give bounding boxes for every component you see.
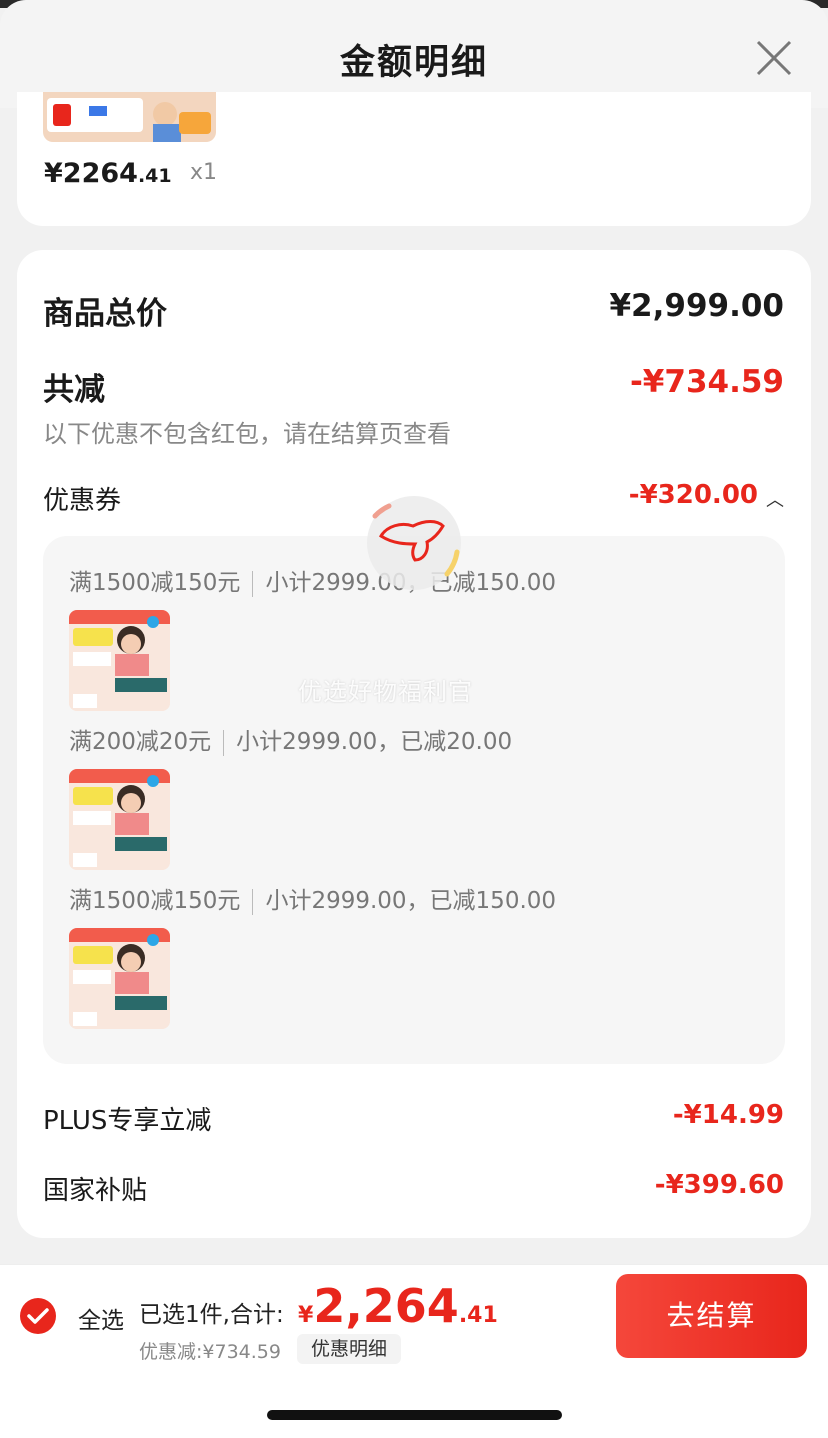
total-currency: ¥ [298,1303,314,1328]
loading-spinner [367,496,461,590]
subsidy-label: 国家补贴 [43,1176,148,1206]
product-card: ¥2264.41 x1 [17,92,811,226]
discount-summary: 优惠减:¥734.59 [139,1341,281,1363]
divider [252,888,254,915]
watermark-text: 优选好物福利官 [298,678,473,706]
coupon-summary[interactable]: -¥320.00 ︿ [629,480,784,512]
coupon-rule: 满200减20元 [69,729,212,755]
coupon-line: 满200减20元 小计2999.00，已减20.00 [69,722,512,756]
sheet-title: 金额明细 [339,43,488,83]
red-packet-note-text: 以下优惠不包含红包，请在结算页查看 [43,420,451,448]
coupon-detail: 小计2999.00，已减150.00 [265,888,557,914]
discount-detail-button[interactable]: 优惠明细 [297,1334,402,1364]
total-reduce-row: 共减 -¥734.59 [43,364,784,408]
goods-total-row: 商品总价 ¥2,999.00 [43,288,784,332]
product-thumbnail[interactable] [69,769,170,870]
close-icon[interactable] [752,36,796,80]
goods-total-value: ¥2,999.00 [609,288,784,324]
coupon-value: -¥320.00 [628,480,758,510]
coupon-rule: 满1500减150元 [69,570,241,596]
home-indicator[interactable] [267,1410,562,1420]
total-reduce-value: -¥734.59 [629,364,784,400]
chevron-up-icon[interactable]: ︿ [766,486,784,512]
select-all-label[interactable]: 全选 [78,1301,124,1335]
goods-total-label: 商品总价 [43,296,167,332]
total-reduce-label: 共减 [43,372,105,408]
price-breakdown-card: 商品总价 ¥2,999.00 共减 -¥734.59 以下优惠不包含红包，请在结… [17,250,811,1238]
subsidy-row: 国家补贴 -¥399.60 [43,1170,784,1206]
subsidy-value: -¥399.60 [654,1170,784,1200]
amount-detail-sheet: 金额明细 ¥2264.41 x1 商品总价 ¥2,999.00 共减 -¥734… [0,0,828,1438]
product-thumbnail[interactable] [69,610,170,711]
coupon-line: 满1500减150元小计2999.00，已减150.00 [69,563,556,597]
select-all-checkbox[interactable] [20,1298,56,1334]
plus-discount-value: -¥14.99 [672,1100,784,1130]
plus-discount-row: PLUS专享立减 -¥14.99 [43,1100,784,1136]
coupon-rule: 满1500减150元 [69,888,241,914]
divider [252,570,254,597]
product-price: ¥2264.41 [44,158,172,189]
total-decimal: .41 [458,1303,498,1328]
checkout-button[interactable]: 去结算 [616,1274,807,1358]
coupon-line: 满1500减150元小计2999.00，已减150.00 [69,881,556,915]
total-integer: 2,264 [313,1279,459,1333]
product-thumbnail[interactable] [43,92,216,142]
coupon-label: 优惠券 [43,486,122,516]
product-quantity: x1 [190,160,218,185]
divider [223,729,225,756]
coupon-detail: 小计2999.00，已减20.00 [236,729,513,755]
plus-discount-label: PLUS专享立减 [43,1106,212,1136]
selected-info: 已选1件,合计: [139,1302,284,1328]
coupon-details: 满1500减150元小计2999.00，已减150.00 满200减20 [43,536,785,1064]
product-thumbnail[interactable] [69,928,170,1029]
total-amount: ¥2,264.41 [298,1279,498,1333]
